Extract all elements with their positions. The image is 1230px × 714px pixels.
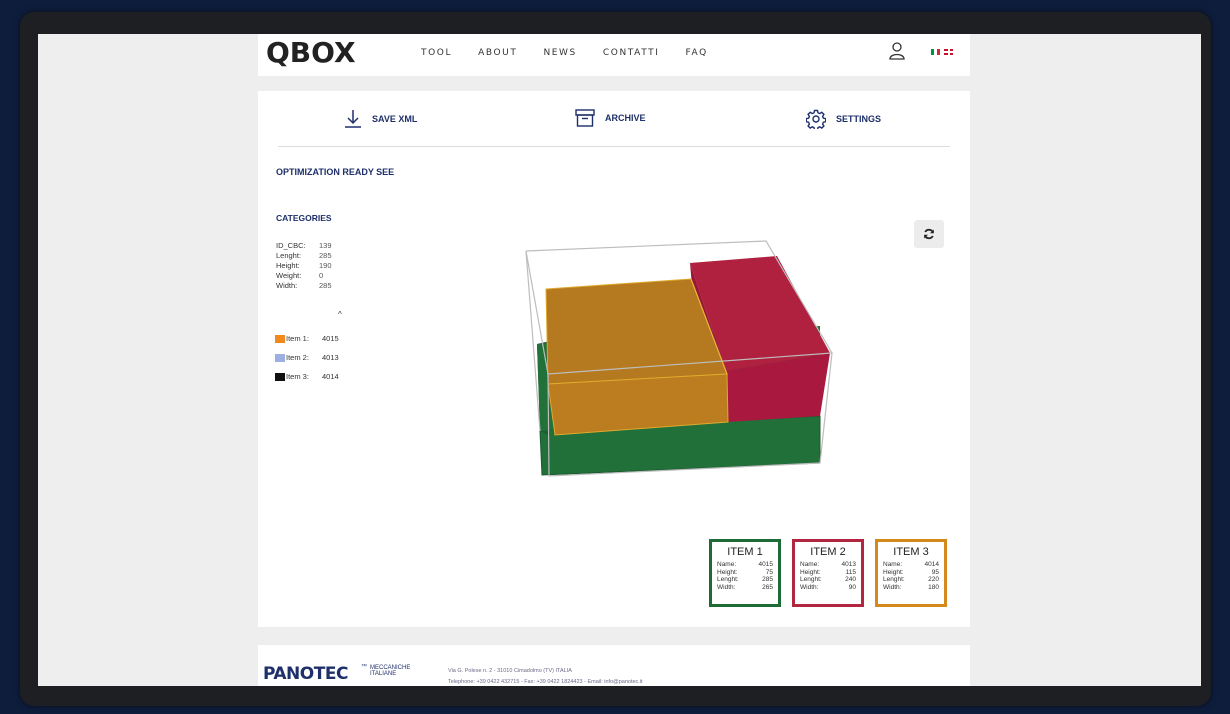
item-1-width-key: Width:	[717, 583, 736, 591]
main-nav: TOOL ABOUT NEWS CONTATTI FAQ	[421, 48, 708, 58]
item-1-row: Name: 4015	[712, 561, 778, 569]
item-3-height-key: Height:	[883, 568, 904, 576]
item-1-name-key: Name:	[717, 561, 737, 568]
item-3-width-key: Width:	[883, 583, 902, 591]
site-footer: PANOTEC ™ MECCANICHE ITALIANE Via G. Pol…	[258, 645, 970, 686]
user-icon[interactable]	[889, 42, 905, 60]
footer-address: Via G. Polese n. 2 - 31010 Cimadolmo (TV…	[448, 666, 643, 686]
item-2-length-value: 240	[845, 576, 856, 583]
nav-contatti[interactable]: CONTATTI	[603, 48, 660, 58]
item-1-length-key: Lenght:	[717, 576, 739, 583]
qbox-logo[interactable]: QBOX	[266, 36, 356, 69]
trademark-symbol: ™	[361, 664, 367, 670]
item-3-length-key: Lenght:	[883, 576, 905, 583]
item-3-height-value: 95	[931, 568, 939, 576]
item-3-title: ITEM 3	[893, 546, 929, 558]
nav-news[interactable]: NEWS	[543, 48, 576, 58]
item-1-row: Height: 75	[712, 569, 778, 577]
nav-faq[interactable]: FAQ	[686, 48, 708, 58]
browser-viewport: QBOX TOOL ABOUT NEWS CONTATTI FAQ SAVE X…	[38, 34, 1201, 686]
item-2-card: ITEM 2 Name: 4013 Height: 115 Lenght: 240 W…	[792, 539, 864, 607]
contact-line[interactable]: Telephone: +39 0422 432715 - Fax: +39 04…	[448, 677, 643, 686]
item-3-row: Width: 180	[878, 584, 944, 592]
item-1-length-value: 285	[762, 576, 773, 583]
item-2-length-key: Lenght:	[800, 576, 822, 583]
uk-flag-icon[interactable]	[944, 49, 953, 55]
item-2-name-key: Name:	[800, 561, 820, 568]
item-3-row: Name: 4014	[878, 561, 944, 569]
item-2-row: Lenght: 240	[795, 576, 861, 584]
panotec-logo[interactable]: PANOTEC	[263, 664, 348, 684]
item-3-name-key: Name:	[883, 561, 903, 568]
nav-tool[interactable]: TOOL	[421, 48, 452, 58]
item-1-row: Width: 265	[712, 584, 778, 592]
item-1-name-value: 4015	[758, 561, 773, 568]
nav-about[interactable]: ABOUT	[478, 48, 517, 58]
item-2-row: Name: 4013	[795, 561, 861, 569]
panotec-tagline: MECCANICHE ITALIANE	[370, 665, 410, 677]
item-1-title: ITEM 1	[727, 546, 763, 558]
site-header: QBOX TOOL ABOUT NEWS CONTATTI FAQ	[258, 34, 970, 76]
item-2-title: ITEM 2	[810, 546, 846, 558]
item-2-name-value: 4013	[841, 561, 856, 568]
item-2-width-key: Width:	[800, 583, 819, 591]
item-2-height-value: 115	[845, 568, 856, 576]
item-3-width-value: 180	[928, 583, 939, 591]
item-2-height-key: Height:	[800, 568, 821, 576]
item-3-name-value: 4014	[924, 561, 939, 568]
item-3-row: Lenght: 220	[878, 576, 944, 584]
item-3-length-value: 220	[928, 576, 939, 583]
italian-flag-icon[interactable]	[931, 49, 940, 55]
item-2-row: Height: 115	[795, 569, 861, 577]
item-1-card: ITEM 1 Name: 4015 Height: 75 Lenght: 285 Wi…	[709, 539, 781, 607]
packing-3d-view[interactable]	[258, 91, 970, 531]
item-1-height-value: 75	[765, 568, 773, 576]
language-switcher	[931, 49, 953, 55]
item-1-row: Lenght: 285	[712, 576, 778, 584]
item-3-row: Height: 95	[878, 569, 944, 577]
item-2-row: Width: 90	[795, 584, 861, 592]
optimization-panel: SAVE XML ARCHIVE SETTINGS OPTIMIZATION R…	[258, 91, 970, 627]
tagline-line-2: ITALIANE	[370, 671, 397, 677]
address-line: Via G. Polese n. 2 - 31010 Cimadolmo (TV…	[448, 668, 572, 674]
item-1-width-value: 265	[762, 583, 773, 591]
item-2-width-value: 90	[848, 583, 856, 591]
item-1-height-key: Height:	[717, 568, 738, 576]
item-3-card: ITEM 3 Name: 4014 Height: 95 Lenght: 220 Wi…	[875, 539, 947, 607]
